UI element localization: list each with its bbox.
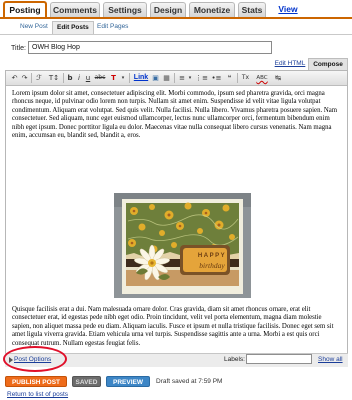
underline-icon[interactable]: u: [84, 73, 92, 83]
card-image[interactable]: HAPPY birthday: [114, 193, 251, 298]
undo-icon[interactable]: ↶: [10, 73, 19, 83]
subtab-edit-pages[interactable]: Edit Pages: [97, 21, 128, 33]
show-all-link[interactable]: Show all: [318, 356, 343, 363]
tab-settings[interactable]: Settings: [103, 2, 147, 17]
tab-posting[interactable]: Posting: [3, 1, 47, 18]
toolbar-divider: [31, 73, 32, 83]
strikethrough-icon[interactable]: abc: [93, 73, 107, 83]
editor-toolbar: ↶ ↷ ℱ T↕ b i u abc T ▾ Link ▣ ▦ ≡ ▾ ⋮≡ •…: [6, 71, 347, 86]
publish-post-button[interactable]: PUBLISH POST: [5, 376, 67, 387]
compose-tab[interactable]: Compose: [308, 58, 348, 70]
tab-comments[interactable]: Comments: [50, 2, 100, 17]
preview-button[interactable]: PREVIEW: [106, 376, 150, 387]
insert-image-icon[interactable]: ▣: [151, 73, 160, 83]
font-size-icon[interactable]: T↕: [47, 73, 61, 83]
clear-formatting-icon[interactable]: Tx: [240, 73, 251, 83]
toolbar-divider: [63, 73, 64, 83]
align-dropdown-icon[interactable]: ▾: [187, 73, 193, 83]
toolbar-divider: [129, 73, 130, 83]
spellcheck-icon[interactable]: ABC: [254, 73, 270, 83]
text-color-dropdown-icon[interactable]: ▾: [120, 73, 126, 83]
highlight-circle-annotation: [3, 346, 67, 372]
subtab-bar: New Post Edit Posts Edit Pages: [0, 19, 352, 35]
tab-monetize[interactable]: Monetize: [189, 2, 235, 17]
align-icon[interactable]: ≡: [177, 73, 187, 83]
labels-input[interactable]: [246, 354, 312, 364]
tab-design[interactable]: Design: [150, 2, 186, 17]
return-to-posts-link[interactable]: Return to list of posts: [7, 391, 68, 398]
numbered-list-icon[interactable]: ⋮≡: [195, 73, 208, 83]
italic-icon[interactable]: i: [75, 73, 83, 83]
toolbar-divider: [174, 73, 175, 83]
labels-label: Labels:: [224, 356, 245, 363]
bullet-list-icon[interactable]: •≡: [210, 73, 223, 83]
card-illustration: [114, 193, 251, 298]
edit-html-tab[interactable]: Edit HTML: [270, 58, 310, 70]
draft-status: Draft saved at 7:59 PM: [156, 378, 223, 385]
title-input[interactable]: [28, 41, 272, 54]
post-editor[interactable]: ↶ ↷ ℱ T↕ b i u abc T ▾ Link ▣ ▦ ≡ ▾ ⋮≡ •…: [5, 70, 348, 366]
subtab-edit-posts[interactable]: Edit Posts: [52, 21, 94, 34]
toolbar-divider: [237, 73, 238, 83]
main-tab-bar: Posting Comments Settings Design Monetiz…: [0, 0, 352, 29]
insert-video-icon[interactable]: ▦: [162, 73, 171, 83]
jump-break-icon[interactable]: ↹: [273, 73, 283, 83]
text-color-icon[interactable]: T: [109, 73, 118, 83]
bold-icon[interactable]: b: [66, 73, 74, 83]
font-icon[interactable]: ℱ: [34, 73, 44, 83]
post-body-paragraph-2[interactable]: Quisque facilisis erat a dui. Nam malesu…: [12, 306, 342, 348]
subtab-new-post[interactable]: New Post: [20, 21, 48, 33]
title-label: Title:: [11, 45, 26, 52]
saved-button[interactable]: SAVED: [72, 376, 101, 387]
card-text-happy: HAPPY: [197, 253, 227, 259]
link-button[interactable]: Link: [133, 73, 149, 83]
view-blog-link[interactable]: View Blog: [268, 2, 308, 29]
card-text-birthday: birthday: [199, 261, 225, 270]
blockquote-icon[interactable]: ❝: [225, 73, 234, 83]
post-body-paragraph-1[interactable]: Lorem ipsum dolor sit amet, consectetuer…: [12, 90, 342, 140]
tab-stats[interactable]: Stats: [238, 2, 266, 17]
redo-icon[interactable]: ↷: [20, 73, 29, 83]
